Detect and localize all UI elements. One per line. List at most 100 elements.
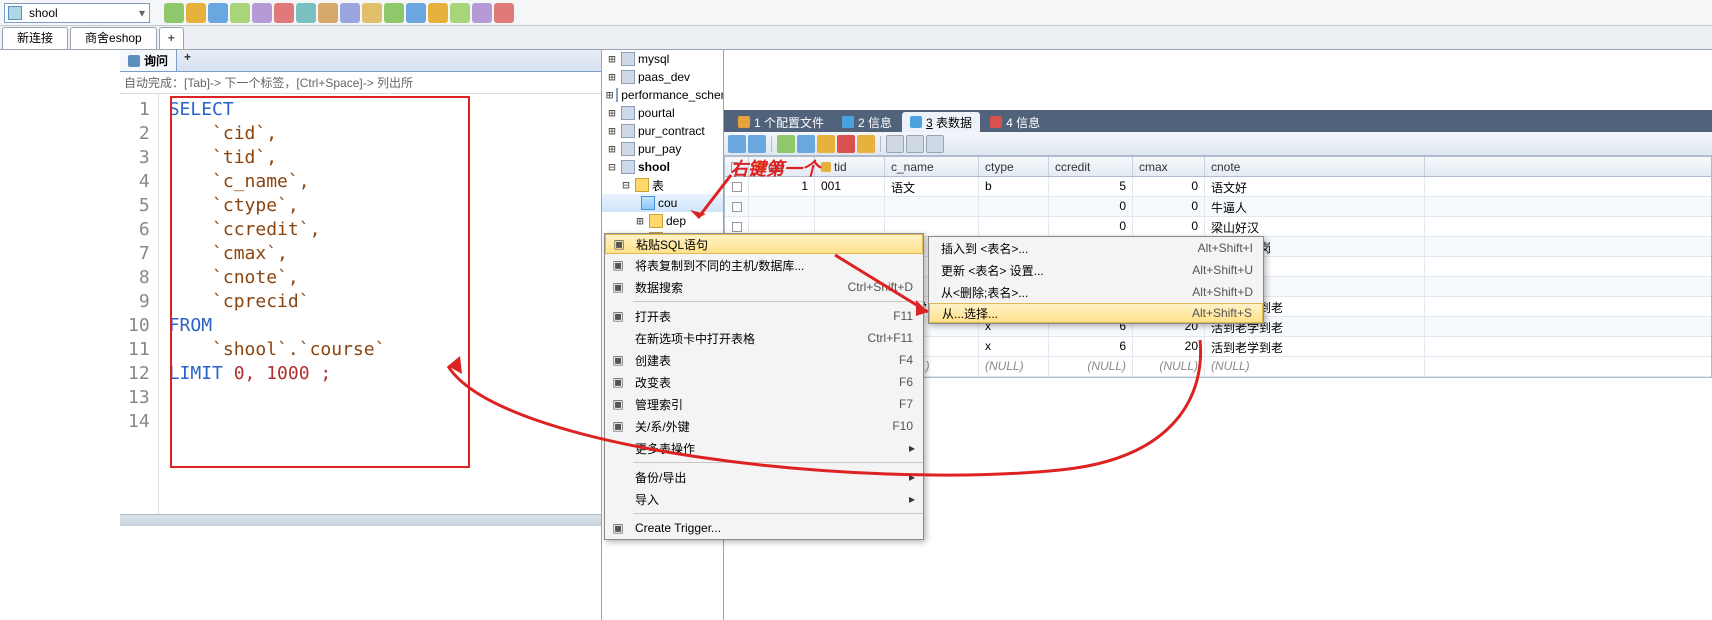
help-icon[interactable] (494, 3, 514, 23)
paste-sql-submenu[interactable]: 插入到 <表名>...Alt+Shift+I更新 <表名> 设置...Alt+S… (928, 236, 1264, 324)
tree-db[interactable]: ⊞pourtal (602, 104, 723, 122)
row-checkbox[interactable] (732, 222, 742, 232)
connection-tab[interactable]: 新连接 (2, 27, 68, 49)
connection-tabstrip: 新连接 商舍eshop + (0, 26, 1712, 50)
table-context-menu[interactable]: ▣粘贴SQL语句▣将表复制到不同的主机/数据库...▣数据搜索Ctrl+Shif… (604, 233, 924, 540)
grid-delete-icon[interactable] (837, 135, 855, 153)
query-tab-label: 询问 (144, 52, 168, 69)
rollback-icon[interactable] (406, 3, 426, 23)
db-new-icon[interactable] (164, 3, 184, 23)
rel-icon: ▣ (605, 419, 631, 433)
chart-icon[interactable] (472, 3, 492, 23)
ctx-item[interactable]: ▣管理索引F7 (605, 393, 923, 415)
query-tab-add[interactable]: + (177, 50, 198, 71)
trigger-icon: ▣ (605, 521, 631, 535)
calendar-icon[interactable] (450, 3, 470, 23)
result-toolbar (724, 132, 1712, 156)
result-tab[interactable]: 3 表数据 (902, 112, 980, 132)
copytbl-icon: ▣ (605, 258, 631, 272)
row-checkbox[interactable] (732, 202, 742, 212)
ctx-item[interactable]: 更多表操作▸ (605, 437, 923, 459)
ctx-item[interactable]: 导入▸ (605, 488, 923, 510)
tab-icon (842, 116, 854, 128)
key-icon (755, 162, 765, 172)
alter-icon: ▣ (605, 375, 631, 389)
table-row[interactable]: 1001语文b50语文好 (725, 177, 1711, 197)
tree-table[interactable]: ⊞dep (602, 212, 723, 230)
schema-icon[interactable] (340, 3, 360, 23)
connection-tab[interactable]: 商舍eshop (70, 27, 157, 49)
tree-db[interactable]: ⊞paas_dev (602, 68, 723, 86)
tree-db[interactable]: ⊞mysql (602, 50, 723, 68)
grid-refresh-icon[interactable] (728, 135, 746, 153)
tree-db-current[interactable]: ⊟shool (602, 158, 723, 176)
database-combo[interactable]: shool ▾ (4, 3, 150, 23)
grid-copy-icon[interactable] (797, 135, 815, 153)
db-refresh-icon[interactable] (186, 3, 206, 23)
result-tab[interactable]: 1 个配置文件 (730, 112, 832, 132)
app-toolbar: shool ▾ (0, 0, 1712, 26)
autocomplete-hint: 自动完成：[Tab]-> 下一个标签，[Ctrl+Space]-> 列出所 (120, 72, 601, 94)
editor-scrollbar[interactable] (120, 514, 601, 526)
chevron-down-icon[interactable]: ▾ (135, 6, 149, 20)
query-tab[interactable]: 询问 (120, 50, 177, 71)
tree-tables-folder[interactable]: ⊟表 (602, 176, 723, 194)
ctx-item[interactable]: 在新选项卡中打开表格Ctrl+F11 (605, 327, 923, 349)
key-icon (821, 162, 831, 172)
db-export-icon[interactable] (296, 3, 316, 23)
tree-table-selected[interactable]: cou (602, 194, 723, 212)
tree-db[interactable]: ⊞performance_schema (602, 86, 723, 104)
ctx-item[interactable]: ▣数据搜索Ctrl+Shift+D (605, 276, 923, 298)
search-icon: ▣ (605, 280, 631, 294)
text-view-icon[interactable] (926, 135, 944, 153)
form-view-icon[interactable] (906, 135, 924, 153)
ctx-item[interactable]: ▣改变表F6 (605, 371, 923, 393)
ctx-item[interactable]: ▣Create Trigger... (605, 517, 923, 539)
ctx-item[interactable]: ▣将表复制到不同的主机/数据库... (605, 254, 923, 276)
query-icon (128, 55, 140, 67)
tab-icon (910, 116, 922, 128)
grid-first-icon[interactable] (748, 135, 766, 153)
connection-tab-add[interactable]: + (159, 27, 184, 49)
db-open-icon[interactable] (208, 3, 228, 23)
database-icon (8, 6, 22, 20)
tools-icon[interactable] (428, 3, 448, 23)
sql-editor-pane: 询问 + 自动完成：[Tab]-> 下一个标签，[Ctrl+Space]-> 列… (120, 50, 602, 620)
result-tabbar: 1 个配置文件2 信息3 表数据4 信息 (724, 110, 1712, 132)
tree-db[interactable]: ⊞pur_pay (602, 140, 723, 158)
index-icon: ▣ (605, 397, 631, 411)
row-checkbox[interactable] (732, 182, 742, 192)
user-icon[interactable] (362, 3, 382, 23)
ctx-item[interactable]: ▣打开表F11 (605, 305, 923, 327)
query-run-icon[interactable] (230, 3, 250, 23)
ctx-item[interactable]: 插入到 <表名>...Alt+Shift+I (929, 237, 1263, 259)
tree-db[interactable]: ⊞pur_contract (602, 122, 723, 140)
table-row[interactable]: 00牛逼人 (725, 197, 1711, 217)
result-tab[interactable]: 2 信息 (834, 112, 900, 132)
grid-cancel-icon[interactable] (857, 135, 875, 153)
grid-view-icon[interactable] (886, 135, 904, 153)
paste-icon: ▣ (606, 237, 632, 251)
ctx-item[interactable]: 从<删除;表名>...Alt+Shift+D (929, 281, 1263, 303)
ctx-item[interactable]: 备份/导出▸ (605, 466, 923, 488)
commit-icon[interactable] (384, 3, 404, 23)
stop-icon[interactable] (274, 3, 294, 23)
tab-icon (738, 116, 750, 128)
ctx-item[interactable]: ▣创建表F4 (605, 349, 923, 371)
ctx-item[interactable]: ▣粘贴SQL语句 (605, 234, 923, 254)
table-icon[interactable] (252, 3, 272, 23)
ctx-item[interactable]: 更新 <表名> 设置...Alt+Shift+U (929, 259, 1263, 281)
grid-add-icon[interactable] (777, 135, 795, 153)
toolbar-icons (164, 3, 514, 23)
tab-icon (990, 116, 1002, 128)
sql-code[interactable]: SELECT `cid`, `tid`, `c_name`, `ctype`, … (159, 94, 396, 514)
grid-save-icon[interactable] (817, 135, 835, 153)
database-combo-value: shool (25, 6, 135, 20)
ctx-item[interactable]: ▣关/系/外键F10 (605, 415, 923, 437)
line-gutter: 1234567891011121314 (120, 94, 159, 514)
ctx-item[interactable]: 从...选择...Alt+Shift+S (929, 303, 1263, 323)
create-icon: ▣ (605, 353, 631, 367)
db-import-icon[interactable] (318, 3, 338, 23)
sql-editor[interactable]: 1234567891011121314 SELECT `cid`, `tid`,… (120, 94, 601, 514)
result-tab[interactable]: 4 信息 (982, 112, 1048, 132)
